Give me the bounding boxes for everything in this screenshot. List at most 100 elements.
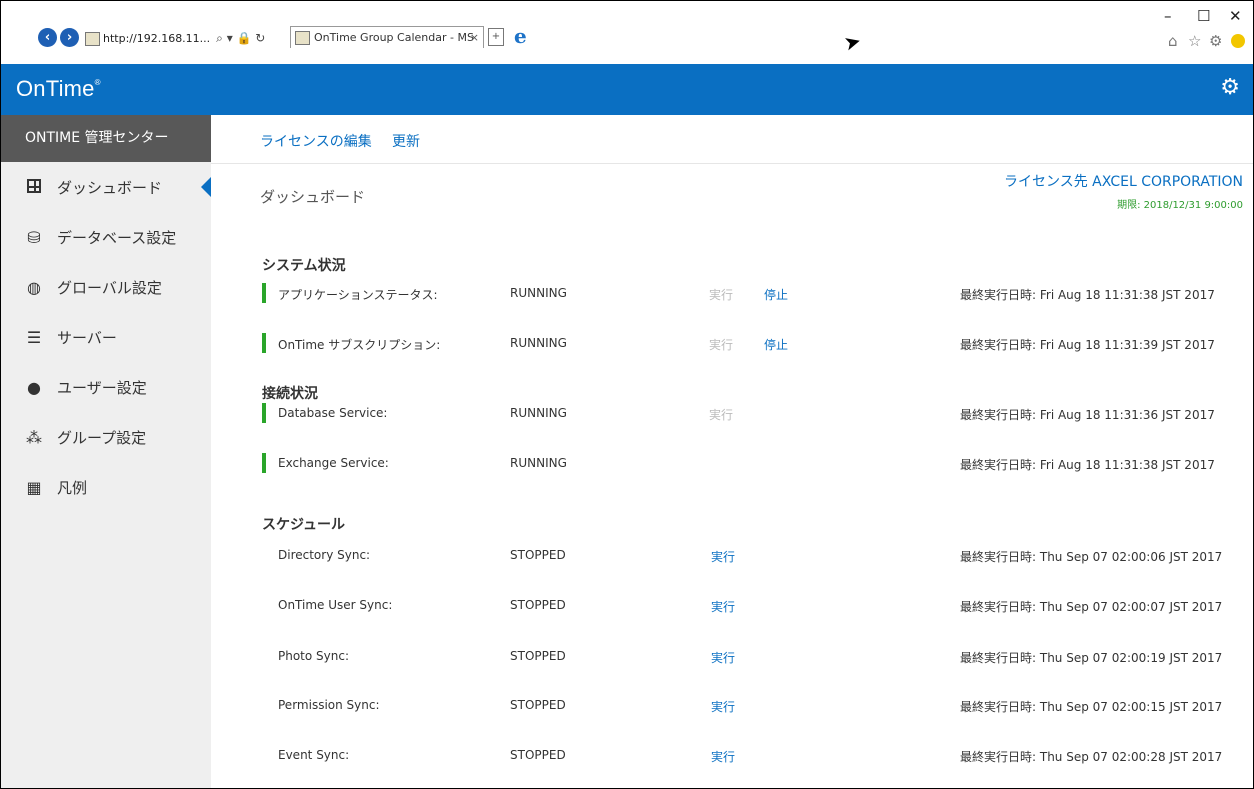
sidebar-item-users[interactable]: ● ユーザー設定	[1, 362, 211, 412]
sidebar-header: ONTIME 管理センター	[1, 115, 211, 162]
row-label: Directory Sync:	[278, 548, 371, 562]
tab-favicon-icon	[295, 31, 310, 45]
run-button[interactable]: 実行	[711, 698, 735, 715]
close-window-button[interactable]: ✕	[1229, 7, 1242, 25]
tab-close-icon[interactable]: ×	[470, 27, 479, 48]
run-button[interactable]: 実行	[711, 598, 735, 615]
stop-button[interactable]: 停止	[764, 336, 788, 353]
sidebar: ONTIME 管理センター ダッシュボード ⛁ データベース設定 ◍ グローバル…	[1, 115, 211, 788]
last-run-time: 最終実行日時: Fri Aug 18 11:31:36 JST 2017	[960, 408, 1215, 422]
gear-icon[interactable]: ⚙	[1209, 32, 1222, 50]
schedule-row: Permission Sync: STOPPED 実行 最終実行日時: Thu …	[262, 695, 1242, 715]
schedule-row: Photo Sync: STOPPED 実行 最終実行日時: Thu Sep 0…	[262, 646, 1242, 666]
address-text: http://192.168.11...	[103, 32, 211, 45]
browser-tab[interactable]: OnTime Group Calendar - MS ×	[290, 26, 484, 48]
running-indicator	[262, 333, 266, 353]
row-label: Database Service:	[278, 406, 388, 420]
dashboard-icon	[25, 178, 43, 197]
sidebar-item-label: ユーザー設定	[57, 378, 147, 397]
last-run-time: 最終実行日時: Thu Sep 07 02:00:28 JST 2017	[960, 750, 1223, 764]
row-status: STOPPED	[510, 748, 566, 762]
row-label: Event Sync:	[278, 748, 350, 762]
last-run-time: 最終実行日時: Thu Sep 07 02:00:07 JST 2017	[960, 600, 1223, 614]
minimize-button[interactable]: –	[1164, 7, 1172, 25]
row-status: RUNNING	[510, 286, 567, 300]
sidebar-item-label: 凡例	[57, 478, 88, 497]
last-run-time: 最終実行日時: Fri Aug 18 11:31:38 JST 2017	[960, 458, 1215, 472]
sidebar-item-global[interactable]: ◍ グローバル設定	[1, 262, 211, 312]
edit-license-link[interactable]: ライセンスの編集	[260, 131, 372, 151]
last-run-time: 最終実行日時: Thu Sep 07 02:00:06 JST 2017	[960, 550, 1223, 564]
license-info: ライセンス先 AXCEL CORPORATION 期限: 2018/12/31 …	[1004, 171, 1243, 211]
star-icon[interactable]: ☆	[1188, 32, 1201, 50]
last-run-time: 最終実行日時: Thu Sep 07 02:00:19 JST 2017	[960, 651, 1223, 665]
settings-gear-icon[interactable]: ⚙	[1220, 75, 1240, 100]
maximize-button[interactable]: ☐	[1197, 7, 1210, 25]
run-button-disabled: 実行	[709, 408, 734, 422]
running-indicator	[262, 403, 266, 423]
new-tab-button[interactable]: +	[488, 28, 504, 46]
stop-button[interactable]: 停止	[764, 286, 788, 303]
license-holder: ライセンス先 AXCEL CORPORATION	[1004, 174, 1243, 190]
status-row: アプリケーションステータス: RUNNING 実行 停止 最終実行日時: Fri…	[262, 283, 1242, 303]
forward-button[interactable]: ›	[60, 28, 79, 47]
run-button-disabled: 実行	[709, 288, 734, 302]
running-indicator	[262, 283, 266, 303]
active-indicator	[201, 177, 211, 197]
browser-chrome: ‹ › http://192.168.11... ⌕ ▾ 🔒 ↻ OnTime G…	[1, 1, 1253, 64]
run-button[interactable]: 実行	[711, 649, 735, 666]
sidebar-item-database[interactable]: ⛁ データベース設定	[1, 212, 211, 262]
schedule-row: Event Sync: STOPPED 実行 最終実行日時: Thu Sep 0…	[262, 745, 1242, 765]
top-nav: ライセンスの編集 更新	[211, 115, 1253, 164]
database-icon: ⛁	[27, 227, 41, 247]
address-controls[interactable]: ⌕ ▾ 🔒 ↻	[216, 31, 265, 45]
smiley-icon[interactable]	[1231, 34, 1245, 48]
back-button[interactable]: ‹	[38, 28, 57, 47]
row-label: Exchange Service:	[278, 456, 389, 470]
sidebar-item-server[interactable]: ☰ サーバー	[1, 312, 211, 362]
sidebar-item-label: グローバル設定	[57, 278, 162, 297]
row-status: RUNNING	[510, 406, 567, 420]
tab-title: OnTime Group Calendar - MS	[314, 31, 474, 44]
address-bar[interactable]: http://192.168.11... ⌕ ▾ 🔒 ↻	[85, 28, 273, 48]
run-button[interactable]: 実行	[711, 548, 735, 565]
sidebar-item-legend[interactable]: ▦ 凡例	[1, 462, 211, 512]
row-status: RUNNING	[510, 336, 567, 350]
sidebar-item-label: ダッシュボード	[57, 178, 163, 197]
row-status: RUNNING	[510, 456, 567, 470]
row-status: STOPPED	[510, 598, 566, 612]
row-status: STOPPED	[510, 649, 566, 663]
refresh-link[interactable]: 更新	[392, 131, 420, 151]
globe-icon: ◍	[27, 277, 41, 297]
app-header: OnTime® ⚙	[1, 64, 1253, 115]
status-row: Exchange Service: RUNNING 最終実行日時: Fri Au…	[262, 453, 1242, 473]
row-status: STOPPED	[510, 698, 566, 712]
run-button[interactable]: 実行	[711, 748, 735, 765]
last-run-time: 最終実行日時: Thu Sep 07 02:00:15 JST 2017	[960, 700, 1223, 714]
row-label: OnTime User Sync:	[278, 598, 393, 612]
license-expiry: 期限: 2018/12/31 9:00:00	[1117, 200, 1243, 211]
sidebar-item-groups[interactable]: ⁂ グループ設定	[1, 412, 211, 462]
ontime-logo: OnTime®	[16, 76, 101, 101]
sidebar-item-label: グループ設定	[57, 428, 147, 447]
sidebar-item-dashboard[interactable]: ダッシュボード	[1, 162, 211, 212]
last-run-time: 最終実行日時: Fri Aug 18 11:31:38 JST 2017	[960, 288, 1215, 302]
row-label: アプリケーションステータス:	[278, 288, 438, 302]
row-label: OnTime サブスクリプション:	[278, 338, 441, 352]
running-indicator	[262, 453, 266, 473]
home-icon[interactable]: ⌂	[1168, 32, 1178, 50]
mouse-cursor-icon: ➤	[841, 28, 864, 56]
row-status: STOPPED	[510, 548, 566, 562]
section-connection-status: 接続状況	[262, 386, 318, 402]
last-run-time: 最終実行日時: Fri Aug 18 11:31:39 JST 2017	[960, 338, 1215, 352]
app-window: ‹ › http://192.168.11... ⌕ ▾ 🔒 ↻ OnTime G…	[0, 0, 1254, 789]
section-system-status: システム状況	[262, 258, 346, 274]
grid-icon: ▦	[26, 477, 42, 497]
row-label: Permission Sync:	[278, 698, 380, 712]
page-title: ダッシュボード	[260, 188, 366, 206]
status-row: OnTime サブスクリプション: RUNNING 実行 停止 最終実行日時: …	[262, 333, 1242, 353]
schedule-row: OnTime User Sync: STOPPED 実行 最終実行日時: Thu…	[262, 595, 1242, 615]
row-label: Photo Sync:	[278, 649, 350, 663]
schedule-row: Directory Sync: STOPPED 実行 最終実行日時: Thu S…	[262, 545, 1242, 565]
site-favicon-icon	[85, 32, 100, 46]
